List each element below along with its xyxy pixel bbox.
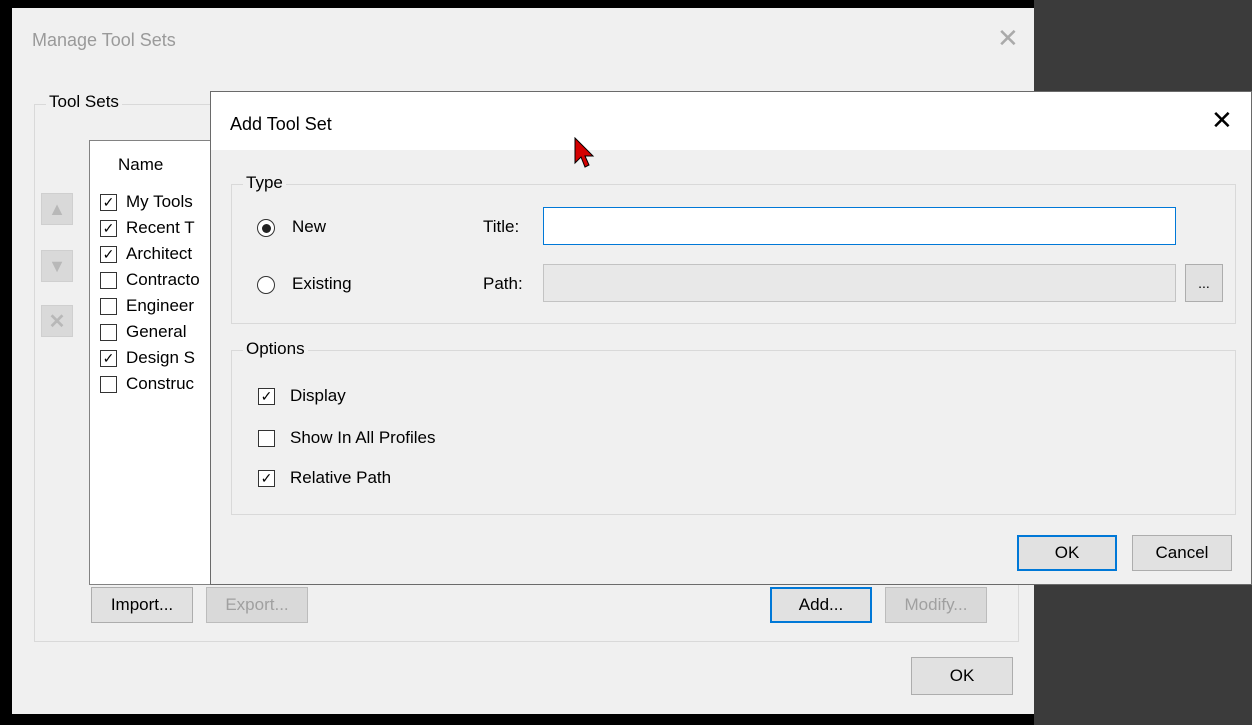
import-button[interactable]: Import... xyxy=(91,587,193,623)
title-label: Title: xyxy=(483,217,520,236)
relative-path-label: Relative Path xyxy=(290,468,392,487)
checkbox-unchecked[interactable] xyxy=(100,375,117,393)
list-item[interactable]: General xyxy=(100,319,200,345)
manage-dialog-title: Manage Tool Sets xyxy=(32,30,176,50)
type-group xyxy=(231,184,1236,324)
add-button[interactable]: Add... xyxy=(770,587,872,623)
list-item-label: My Tools xyxy=(126,192,193,211)
existing-radio-label: Existing xyxy=(292,274,352,293)
title-input[interactable] xyxy=(543,207,1176,245)
list-item-label: Construc xyxy=(126,374,195,393)
move-up-button[interactable]: ▲ xyxy=(41,193,73,225)
show-all-profiles-checkbox[interactable] xyxy=(258,429,275,447)
list-item[interactable]: Contracto xyxy=(100,267,200,293)
list-item-label: Architect xyxy=(126,244,193,263)
display-checkbox[interactable]: ✓ xyxy=(258,387,275,405)
tool-sets-group-label: Tool Sets xyxy=(46,92,122,112)
manage-ok-button[interactable]: OK xyxy=(911,657,1013,695)
checkbox-checked[interactable]: ✓ xyxy=(100,193,117,211)
path-input[interactable] xyxy=(543,264,1176,302)
export-button[interactable]: Export... xyxy=(206,587,308,623)
list-item[interactable]: ✓ Architect xyxy=(100,241,200,267)
browse-button[interactable]: ... xyxy=(1185,264,1223,302)
new-radio[interactable] xyxy=(257,219,275,237)
tool-sets-rows: ✓ My Tools ✓ Recent T ✓ Architect Contra… xyxy=(100,189,200,397)
list-item[interactable]: ✓ Design S xyxy=(100,345,200,371)
relative-path-option[interactable]: ✓ Relative Path xyxy=(258,465,391,491)
display-label: Display xyxy=(290,386,346,405)
move-down-button[interactable]: ▼ xyxy=(41,250,73,282)
tool-sets-list[interactable]: Name ✓ My Tools ✓ Recent T ✓ Architect C… xyxy=(89,140,219,585)
ok-button[interactable]: OK xyxy=(1017,535,1117,571)
checkbox-checked[interactable]: ✓ xyxy=(100,219,117,237)
list-item[interactable]: Construc xyxy=(100,371,200,397)
list-item-label: Engineer xyxy=(126,296,195,315)
title-bar xyxy=(211,92,1251,150)
type-group-label: Type xyxy=(243,173,286,193)
list-item-label: Contracto xyxy=(126,270,200,289)
show-all-profiles-label: Show In All Profiles xyxy=(290,428,436,447)
add-tool-set-dialog: Add Tool Set ✕ Type New Existing Title: … xyxy=(210,91,1252,585)
delete-icon: ✕ xyxy=(48,310,66,333)
name-column-header: Name xyxy=(118,155,164,174)
list-item[interactable]: Engineer xyxy=(100,293,200,319)
close-icon[interactable]: ✕ xyxy=(997,23,1019,54)
mouse-cursor-icon xyxy=(574,137,595,168)
list-item-label: Recent T xyxy=(126,218,195,237)
close-icon[interactable]: ✕ xyxy=(1211,105,1233,136)
arrow-down-icon: ▼ xyxy=(48,255,66,276)
list-item[interactable]: ✓ My Tools xyxy=(100,189,200,215)
checkbox-unchecked[interactable] xyxy=(100,297,117,315)
checkbox-unchecked[interactable] xyxy=(100,271,117,289)
show-all-profiles-option[interactable]: Show In All Profiles xyxy=(258,425,436,451)
list-item[interactable]: ✓ Recent T xyxy=(100,215,200,241)
arrow-up-icon: ▲ xyxy=(48,198,66,219)
radio-dot xyxy=(261,223,271,233)
checkbox-checked[interactable]: ✓ xyxy=(100,245,117,263)
add-dialog-title: Add Tool Set xyxy=(230,114,332,134)
relative-path-checkbox[interactable]: ✓ xyxy=(258,469,275,487)
list-item-label: General xyxy=(126,322,187,341)
checkbox-unchecked[interactable] xyxy=(100,323,117,341)
existing-radio[interactable] xyxy=(257,276,275,294)
checkbox-checked[interactable]: ✓ xyxy=(100,349,117,367)
delete-button[interactable]: ✕ xyxy=(41,305,73,337)
path-label: Path: xyxy=(483,274,523,293)
display-option[interactable]: ✓ Display xyxy=(258,383,346,409)
new-radio-label: New xyxy=(292,217,327,236)
options-group-label: Options xyxy=(243,339,308,359)
modify-button[interactable]: Modify... xyxy=(885,587,987,623)
list-item-label: Design S xyxy=(126,348,195,367)
cancel-button[interactable]: Cancel xyxy=(1132,535,1232,571)
